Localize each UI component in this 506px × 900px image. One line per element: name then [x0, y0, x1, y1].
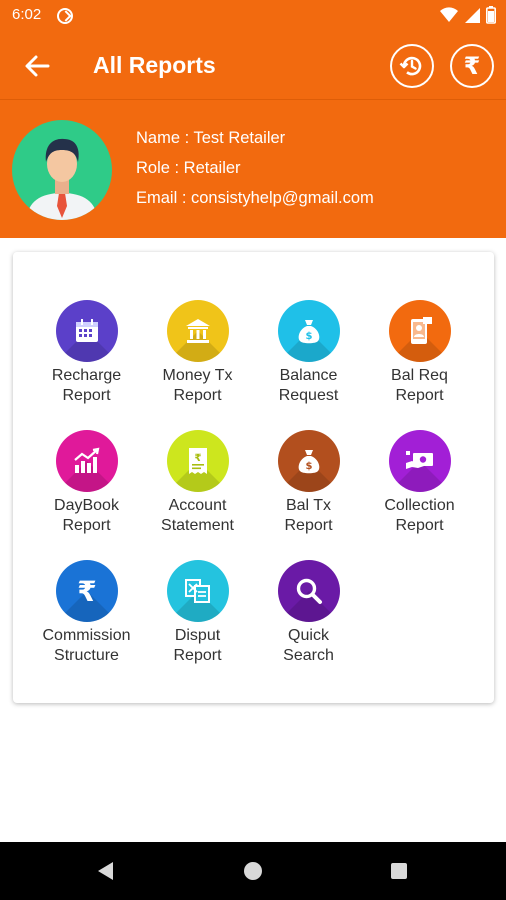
- disput-report-item[interactable]: Disput Report: [142, 560, 253, 666]
- profile-email: Email : consistyhelp@gmail.com: [136, 189, 374, 207]
- bal-req-report-circle: [388, 300, 451, 362]
- bal-tx-report-label: Bal Tx Report: [284, 497, 333, 534]
- balance-request-label: Balance Request: [278, 367, 339, 404]
- svg-text:$: $: [305, 461, 312, 472]
- svg-text:$: $: [305, 331, 312, 342]
- account-statement-item[interactable]: ₹ Account Statement: [142, 430, 253, 536]
- quick-search-circle: [277, 560, 340, 622]
- system-nav-bar: [0, 842, 506, 900]
- daybook-report-item[interactable]: DayBook Report: [31, 430, 142, 536]
- app-bar: All Reports ₹: [0, 32, 506, 100]
- history-icon: [399, 56, 422, 76]
- document-transfer-icon: [184, 579, 210, 603]
- history-button[interactable]: [390, 44, 434, 88]
- bal-tx-report-item[interactable]: $ Bal Tx Report: [253, 430, 364, 536]
- balance-request-circle: $: [277, 300, 340, 362]
- money-tx-report-item[interactable]: Money Tx Report: [142, 300, 253, 406]
- commission-structure-item[interactable]: ₹ Commission Structure: [31, 560, 142, 666]
- daybook-report-label: DayBook Report: [54, 497, 119, 534]
- status-time: 6:02: [12, 6, 42, 23]
- avatar: [12, 120, 112, 220]
- signal-icon: [465, 8, 480, 23]
- bal-req-report-label: Bal Req Report: [391, 367, 448, 404]
- bal-tx-report-circle: $: [277, 430, 340, 492]
- back-button[interactable]: [22, 52, 54, 80]
- collection-report-circle: [388, 430, 451, 492]
- quick-search-item[interactable]: Quick Search: [253, 560, 364, 666]
- search-icon: [296, 578, 322, 604]
- rupee-icon: ₹: [77, 576, 96, 606]
- account-statement-circle: ₹: [166, 430, 229, 492]
- rupee-icon: ₹: [463, 52, 481, 80]
- recharge-report-item[interactable]: Recharge Report: [31, 300, 142, 406]
- wifi-icon: [440, 7, 458, 23]
- status-icons: [440, 6, 496, 24]
- page-title: All Reports: [93, 52, 216, 78]
- reports-grid-card: Recharge Report Money Tx Report $ Balanc…: [13, 252, 494, 703]
- nav-recents-icon[interactable]: [391, 863, 407, 879]
- profile-role: Role : Retailer: [136, 159, 241, 177]
- nav-home-icon[interactable]: [244, 862, 262, 880]
- nav-back-icon[interactable]: [98, 862, 113, 880]
- daybook-report-circle: [55, 430, 118, 492]
- arrow-left-icon: [25, 55, 50, 77]
- money-bag-icon: $: [298, 320, 319, 344]
- mobile-person-icon: [410, 317, 432, 344]
- notification-icon: [57, 8, 73, 24]
- battery-icon: [486, 6, 496, 24]
- quick-search-label: Quick Search: [283, 627, 334, 664]
- user-avatar-icon: [26, 138, 98, 220]
- bal-req-report-item[interactable]: Bal Req Report: [364, 300, 475, 406]
- money-tx-report-circle: [166, 300, 229, 362]
- recharge-report-circle: [55, 300, 118, 362]
- balance-request-item[interactable]: $ Balance Request: [253, 300, 364, 406]
- disput-report-circle: [166, 560, 229, 622]
- disput-report-label: Disput Report: [173, 627, 222, 664]
- money-tx-report-label: Money Tx Report: [162, 367, 233, 404]
- commission-structure-circle: ₹: [55, 560, 118, 622]
- growth-chart-icon: [73, 447, 99, 473]
- cash-hand-icon: [405, 451, 433, 469]
- calendar-icon: [75, 319, 98, 342]
- wallet-balance-button[interactable]: ₹: [450, 44, 494, 88]
- receipt-icon: ₹: [188, 448, 207, 474]
- svg-text:₹: ₹: [77, 576, 96, 606]
- account-statement-label: Account Statement: [161, 497, 234, 534]
- collection-report-item[interactable]: Collection Report: [364, 430, 475, 536]
- money-bag-icon: $: [298, 450, 319, 474]
- svg-text:₹: ₹: [194, 453, 201, 464]
- commission-structure-label: Commission Structure: [42, 627, 131, 664]
- status-bar: 6:02: [0, 0, 506, 32]
- recharge-report-label: Recharge Report: [51, 367, 122, 404]
- profile-name: Name : Test Retailer: [136, 129, 286, 147]
- profile-header: Name : Test Retailer Role : Retailer Ema…: [0, 100, 506, 238]
- collection-report-label: Collection Report: [384, 497, 455, 534]
- bank-icon: [185, 319, 210, 343]
